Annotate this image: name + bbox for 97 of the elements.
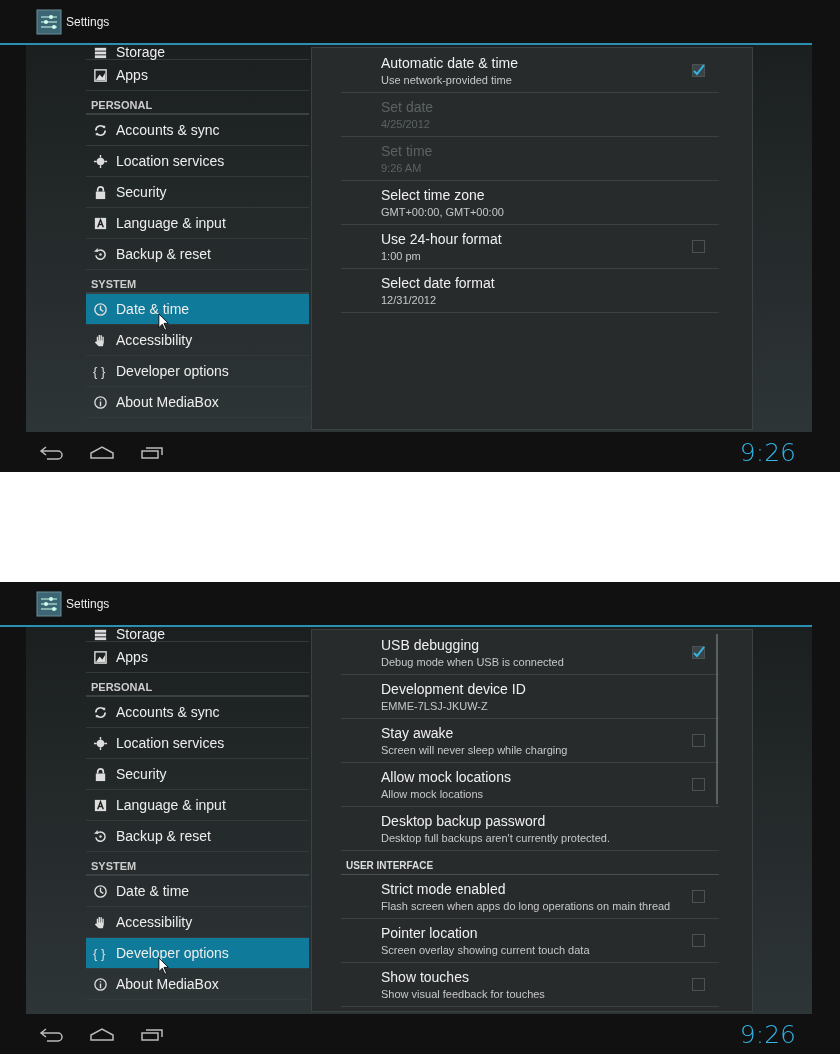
- restore-icon: [93, 828, 108, 844]
- checkbox[interactable]: [692, 934, 705, 947]
- keyboard-letter-icon: [93, 797, 108, 813]
- sidebar-item[interactable]: Backup & reset: [86, 821, 309, 852]
- clock-icon: [93, 883, 108, 899]
- clock-icon: [93, 301, 108, 317]
- preference-summary: 1:00 pm: [381, 250, 422, 262]
- home-icon[interactable]: [88, 444, 116, 460]
- section-header: SYSTEM: [86, 852, 309, 876]
- braces-icon: { }: [93, 363, 108, 379]
- recent-apps-icon[interactable]: [138, 1026, 166, 1042]
- sync-icon: [93, 704, 108, 720]
- sync-icon: [93, 122, 108, 138]
- sidebar-item[interactable]: Accessibility: [86, 325, 309, 356]
- preference-title: USB debugging: [381, 637, 481, 653]
- sidebar-item[interactable]: Language & input: [86, 790, 309, 821]
- preference-summary: 12/31/2012: [381, 294, 438, 306]
- sidebar-item[interactable]: Language & input: [86, 208, 309, 239]
- preference-title: Stay awake: [381, 725, 455, 741]
- lock-icon: [93, 184, 108, 200]
- preference-title: Select date format: [381, 275, 496, 291]
- sidebar-item[interactable]: About MediaBox: [86, 969, 309, 1000]
- section-header: PERSONAL: [86, 673, 309, 697]
- preference-summary: Allow mock locations: [381, 788, 485, 800]
- preference-title: Show touches: [381, 969, 470, 985]
- info-icon: [93, 976, 108, 992]
- preference-summary: Show visual feedback for touches: [381, 988, 546, 1000]
- restore-icon: [93, 246, 108, 262]
- apps-icon: [93, 649, 108, 665]
- storage-icon: [93, 45, 108, 60]
- preference-summary: Screen overlay showing current touch data: [381, 944, 591, 956]
- sidebar-item[interactable]: Storage: [86, 45, 309, 60]
- recent-apps-icon[interactable]: [138, 444, 166, 460]
- preference-row[interactable]: Strict mode enabled Flash screen when apps do long operations on main thread: [341, 875, 719, 919]
- checkbox[interactable]: [692, 646, 705, 659]
- sidebar-item[interactable]: About MediaBox: [86, 387, 309, 418]
- app-title: Settings: [66, 596, 110, 611]
- keyboard-letter-icon: [93, 215, 108, 231]
- preference-row[interactable]: Desktop backup password Desktop full backups aren't currently protected.: [341, 807, 719, 851]
- clock: 9:26: [739, 1019, 796, 1049]
- apps-icon: [93, 67, 108, 83]
- preference-summary: GMT+00:00, GMT+00:00: [381, 206, 505, 218]
- lock-icon: [93, 766, 108, 782]
- checkbox[interactable]: [692, 240, 705, 253]
- preference-row[interactable]: Show touches Show visual feedback for touches: [341, 963, 719, 1007]
- scrollbar[interactable]: [716, 634, 718, 804]
- checkbox[interactable]: [692, 978, 705, 991]
- sidebar-item[interactable]: Accounts & sync: [86, 115, 309, 146]
- sidebar-item[interactable]: Location services: [86, 728, 309, 759]
- preference-row[interactable]: Select time zone GMT+00:00, GMT+00:00: [341, 181, 719, 225]
- clock: 9:26: [739, 437, 796, 467]
- preference-summary: Use network-provided time: [381, 74, 513, 86]
- braces-icon: { }: [93, 945, 108, 961]
- preference-summary: Desktop full backups aren't currently protected.: [381, 832, 611, 844]
- info-icon: [93, 394, 108, 410]
- location-icon: [93, 735, 108, 751]
- sidebar-item[interactable]: Security: [86, 759, 309, 790]
- checkbox[interactable]: [692, 890, 705, 903]
- mouse-pointer-icon: [158, 313, 170, 332]
- preference-summary: Screen will never sleep while charging: [381, 744, 569, 756]
- sidebar-item[interactable]: Location services: [86, 146, 309, 177]
- preference-row[interactable]: Use 24-hour format 1:00 pm: [341, 225, 719, 269]
- location-icon: [93, 153, 108, 169]
- checkbox[interactable]: [692, 734, 705, 747]
- preference-title: Desktop backup password: [381, 813, 547, 829]
- preference-summary: Debug mode when USB is connected: [381, 656, 565, 668]
- home-icon[interactable]: [88, 1026, 116, 1042]
- checkbox[interactable]: [692, 778, 705, 791]
- sidebar-item[interactable]: Date & time: [86, 876, 309, 907]
- sidebar-item[interactable]: Backup & reset: [86, 239, 309, 270]
- sidebar-item[interactable]: Security: [86, 177, 309, 208]
- settings-app-icon[interactable]: [36, 8, 62, 35]
- back-icon[interactable]: [38, 1026, 66, 1042]
- settings-app-icon[interactable]: [36, 590, 62, 617]
- sidebar-item[interactable]: Apps: [86, 642, 309, 673]
- checkbox[interactable]: [692, 64, 705, 77]
- preference-row[interactable]: Pointer location Screen overlay showing current touch data: [341, 919, 719, 963]
- sidebar-item[interactable]: Storage: [86, 627, 309, 642]
- preference-row[interactable]: Select date format 12/31/2012: [341, 269, 719, 313]
- preference-title: Automatic date & time: [381, 55, 519, 71]
- preference-title: Development device ID: [381, 681, 527, 697]
- preference-row[interactable]: Automatic date & time Use network-provided time: [341, 49, 719, 93]
- preference-title: Select time zone: [381, 187, 486, 203]
- preference-title: Use 24-hour format: [381, 231, 503, 247]
- storage-icon: [93, 627, 108, 642]
- preference-summary: Flash screen when apps do long operations on main thread: [381, 900, 672, 912]
- preference-summary: EMME-7LSJ-JKUW-Z: [381, 700, 489, 712]
- category-header: USER INTERFACE: [341, 851, 719, 875]
- preference-title: Pointer location: [381, 925, 479, 941]
- section-header: PERSONAL: [86, 91, 309, 115]
- preference-title: Strict mode enabled: [381, 881, 507, 897]
- app-title: Settings: [66, 14, 110, 29]
- sidebar-item[interactable]: { } Developer options: [86, 356, 309, 387]
- sidebar-item[interactable]: Apps: [86, 60, 309, 91]
- sidebar-item[interactable]: Accounts & sync: [86, 697, 309, 728]
- preference-title: Allow mock locations: [381, 769, 512, 785]
- back-icon[interactable]: [38, 444, 66, 460]
